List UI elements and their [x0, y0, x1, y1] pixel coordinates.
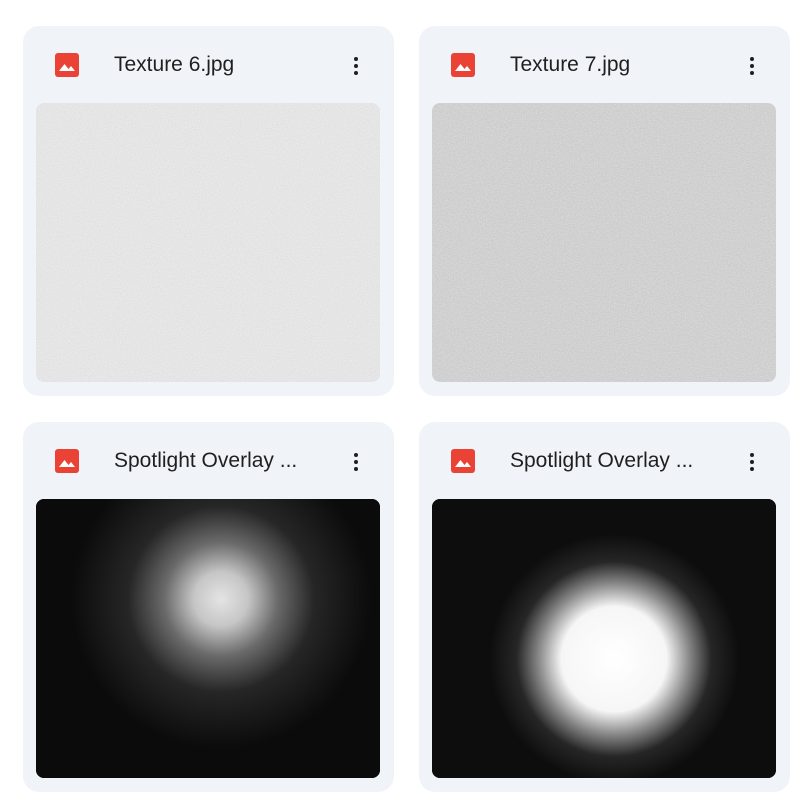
file-card-header[interactable]: Texture 6.jpg: [23, 26, 394, 103]
more-vert-icon: [354, 57, 358, 75]
more-options-button[interactable]: [732, 442, 772, 482]
bright-spotlight-image: [432, 499, 776, 778]
image-file-icon: [451, 53, 475, 77]
more-vert-icon: [354, 453, 358, 471]
file-card-header[interactable]: Spotlight Overlay ...: [23, 422, 394, 499]
file-card[interactable]: Spotlight Overlay ...: [419, 422, 790, 792]
image-file-icon: [451, 449, 475, 473]
file-name: Texture 7.jpg: [510, 53, 631, 76]
white-paper-texture-image: [36, 103, 380, 382]
file-card[interactable]: Spotlight Overlay ...: [23, 422, 394, 792]
file-card[interactable]: Texture 6.jpg: [23, 26, 394, 396]
grey-paper-texture-image: [432, 103, 776, 382]
file-grid: Texture 6.jpg Texture 7.jpg Spotlight Ov…: [0, 0, 806, 802]
more-options-button[interactable]: [336, 46, 376, 86]
file-thumbnail[interactable]: [36, 103, 380, 382]
file-card-header[interactable]: Spotlight Overlay ...: [419, 422, 790, 499]
more-vert-icon: [750, 57, 754, 75]
image-file-icon: [55, 53, 79, 77]
file-card[interactable]: Texture 7.jpg: [419, 26, 790, 396]
file-card-header[interactable]: Texture 7.jpg: [419, 26, 790, 103]
more-options-button[interactable]: [732, 46, 772, 86]
image-file-icon: [55, 449, 79, 473]
file-thumbnail[interactable]: [432, 499, 776, 778]
file-name: Texture 6.jpg: [114, 53, 235, 76]
file-thumbnail[interactable]: [36, 499, 380, 778]
file-name: Spotlight Overlay ...: [114, 449, 298, 472]
file-name: Spotlight Overlay ...: [510, 449, 694, 472]
soft-spotlight-image: [36, 499, 380, 778]
file-thumbnail[interactable]: [432, 103, 776, 382]
more-options-button[interactable]: [336, 442, 376, 482]
more-vert-icon: [750, 453, 754, 471]
